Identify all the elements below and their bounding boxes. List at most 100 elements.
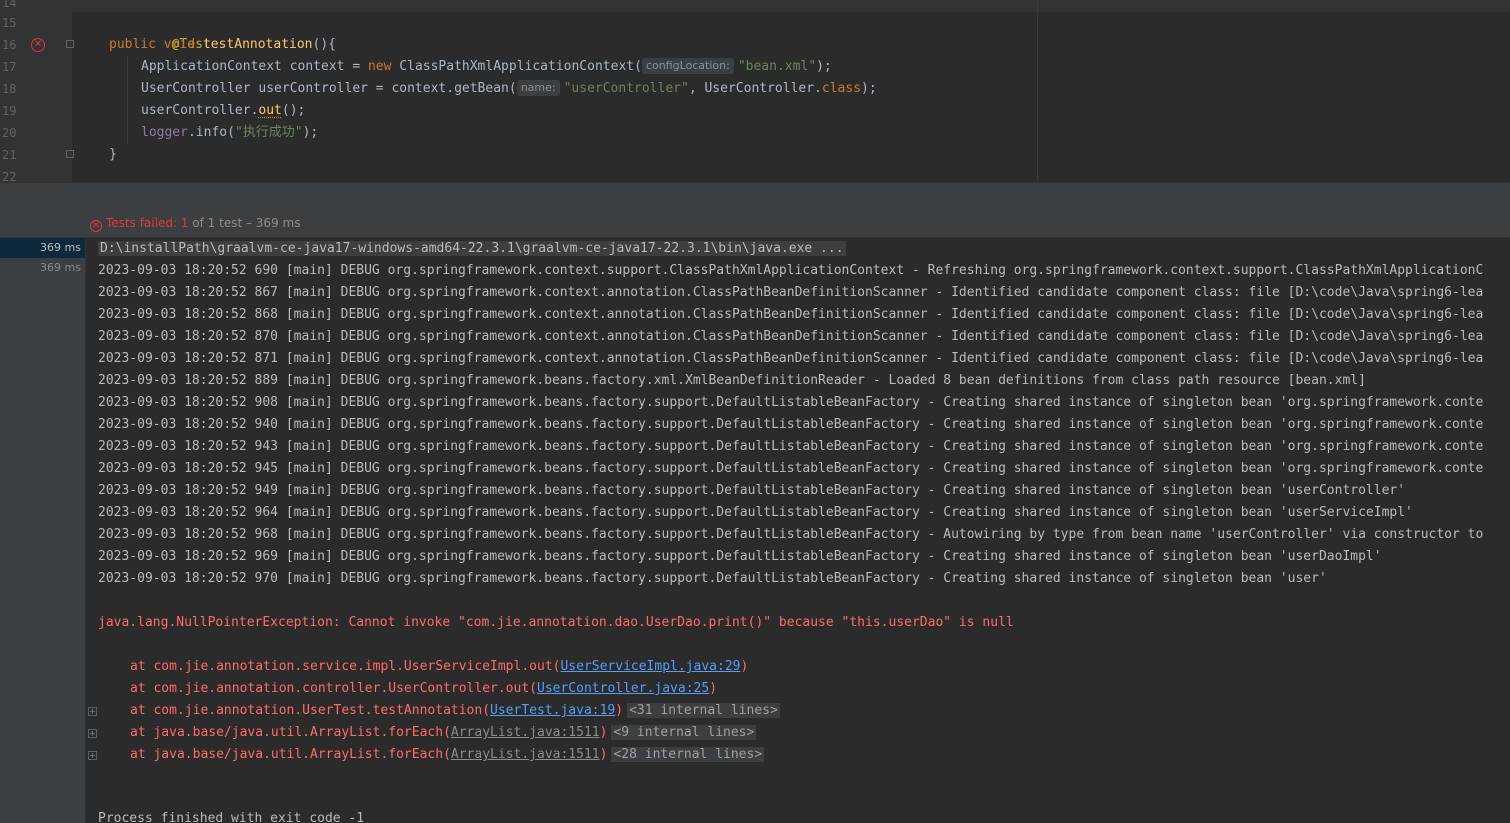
stack-frame-close: ) bbox=[599, 747, 608, 762]
stack-frame-text: at java.base/java.util.ArrayList.forEach… bbox=[130, 747, 451, 762]
run-status-bar: ✕ Tests failed: 1 of 1 test – 369 ms bbox=[0, 208, 1510, 238]
stack-frame-text: at com.jie.annotation.UserTest.testAnnot… bbox=[130, 703, 491, 718]
code-token: userController. bbox=[141, 103, 259, 118]
console-output[interactable]: D:\installPath\graalvm-ce-java17-windows… bbox=[86, 238, 1510, 823]
gutter-line: 15 bbox=[0, 12, 72, 34]
source-link[interactable]: UserServiceImpl.java:29 bbox=[560, 659, 740, 674]
log-line: 2023-09-03 18:20:52 870 [main] DEBUG org… bbox=[98, 329, 1484, 344]
log-line: 2023-09-03 18:20:52 970 [main] DEBUG org… bbox=[98, 571, 1327, 586]
code-area[interactable]: @Test public void testAnnotation(){ Appl… bbox=[72, 0, 1510, 182]
method-call-token[interactable]: out bbox=[258, 103, 281, 118]
stack-frame-close: ) bbox=[599, 725, 608, 740]
expand-internal-icon[interactable]: + bbox=[88, 729, 97, 738]
java-command[interactable]: D:\installPath\graalvm-ce-java17-windows… bbox=[98, 241, 846, 256]
process-finished-line: Process finished with exit code -1 bbox=[98, 811, 365, 823]
expand-internal-icon[interactable]: + bbox=[88, 707, 97, 716]
log-line: 2023-09-03 18:20:52 968 [main] DEBUG org… bbox=[98, 527, 1484, 542]
log-line: 2023-09-03 18:20:52 908 [main] DEBUG org… bbox=[98, 395, 1484, 410]
stack-frame: at com.jie.annotation.controller.UserCon… bbox=[130, 678, 717, 700]
source-link[interactable]: ArrayList.java:1511 bbox=[451, 725, 600, 740]
code-line-20[interactable]: logger.info("执行成功"); bbox=[141, 122, 318, 144]
ide-window: 14 15 16 ✕ 17 18 19 20 21 22 @Test publi… bbox=[0, 0, 1510, 823]
code-token: ); bbox=[816, 59, 832, 74]
line-number: 16 bbox=[2, 38, 17, 52]
failed-icon: ✕ bbox=[90, 220, 102, 232]
tests-failed-count: 1 bbox=[180, 216, 189, 230]
code-token: , UserController. bbox=[688, 81, 822, 96]
gutter-line: 20 bbox=[0, 122, 72, 144]
code-token: ); bbox=[302, 125, 319, 140]
source-link[interactable]: ArrayList.java:1511 bbox=[451, 747, 600, 762]
test-tree-row[interactable]: 369 ms bbox=[0, 238, 85, 258]
code-line-17[interactable]: ApplicationContext context = new ClassPa… bbox=[141, 56, 832, 78]
stack-frame: at java.base/java.util.ArrayList.forEach… bbox=[130, 722, 757, 744]
log-line: 2023-09-03 18:20:52 969 [main] DEBUG org… bbox=[98, 549, 1382, 564]
editor-gutter[interactable]: 14 15 16 ✕ 17 18 19 20 21 22 bbox=[0, 0, 74, 182]
test-tree-row[interactable]: 369 ms bbox=[0, 258, 85, 278]
code-line-15[interactable]: @Test bbox=[109, 12, 211, 52]
string-token: "bean.xml" bbox=[737, 59, 817, 74]
line-number: 18 bbox=[2, 82, 17, 96]
stack-frame: at java.base/java.util.ArrayList.forEach… bbox=[130, 744, 765, 766]
code-token: (); bbox=[281, 103, 306, 118]
panel-divider[interactable] bbox=[0, 182, 1510, 209]
internal-lines-fold[interactable]: <28 internal lines> bbox=[611, 747, 765, 762]
log-line: 2023-09-03 18:20:52 690 [main] DEBUG org… bbox=[98, 263, 1484, 278]
log-line: 2023-09-03 18:20:52 867 [main] DEBUG org… bbox=[98, 285, 1484, 300]
keyword-token: class bbox=[821, 81, 862, 96]
stack-frame-close: ) bbox=[615, 703, 624, 718]
stack-frame-text: at com.jie.annotation.controller.UserCon… bbox=[130, 681, 537, 696]
test-failed-icon[interactable]: ✕ bbox=[31, 38, 45, 52]
gutter-line: 19 bbox=[0, 100, 72, 122]
log-line: 2023-09-03 18:20:52 964 [main] DEBUG org… bbox=[98, 505, 1413, 520]
stack-frame-text: at com.jie.annotation.service.impl.UserS… bbox=[130, 659, 561, 674]
gutter-line: 17 bbox=[0, 56, 72, 78]
stack-frame-close: ) bbox=[740, 659, 749, 674]
internal-lines-fold[interactable]: <31 internal lines> bbox=[627, 703, 780, 718]
tests-status: ✕ Tests failed: 1 of 1 test – 369 ms bbox=[90, 208, 300, 238]
code-line-16[interactable]: public void testAnnotation(){ bbox=[109, 34, 336, 56]
parameter-hint: configLocation: bbox=[641, 58, 734, 74]
code-line-18[interactable]: UserController userController = context.… bbox=[141, 78, 877, 100]
exception-message: java.lang.NullPointerException: Cannot i… bbox=[98, 615, 1014, 630]
log-line: 2023-09-03 18:20:52 949 [main] DEBUG org… bbox=[98, 483, 1406, 498]
right-margin-guide bbox=[1037, 0, 1038, 182]
string-token: "执行成功" bbox=[234, 125, 303, 140]
code-token: (){ bbox=[312, 37, 336, 52]
keyword-token: new bbox=[367, 59, 392, 74]
log-line: 2023-09-03 18:20:52 868 [main] DEBUG org… bbox=[98, 307, 1484, 322]
gutter-line: 22 bbox=[0, 166, 72, 182]
line-number: 19 bbox=[2, 104, 17, 118]
log-line: 2023-09-03 18:20:52 940 [main] DEBUG org… bbox=[98, 417, 1484, 432]
source-link[interactable]: UserController.java:25 bbox=[537, 681, 709, 696]
test-results-tree[interactable]: 369 ms 369 ms bbox=[0, 238, 86, 823]
code-token: .info( bbox=[187, 125, 235, 140]
console-command-line[interactable]: D:\installPath\graalvm-ce-java17-windows… bbox=[98, 238, 846, 260]
source-link[interactable]: UserTest.java:19 bbox=[490, 703, 615, 718]
tests-summary: of 1 test – 369 ms bbox=[192, 216, 301, 230]
code-token: ClassPathXmlApplicationContext( bbox=[391, 59, 642, 74]
tests-failed-label: Tests failed: bbox=[106, 216, 177, 230]
log-line: 2023-09-03 18:20:52 889 [main] DEBUG org… bbox=[98, 373, 1366, 388]
expand-internal-icon[interactable]: + bbox=[88, 751, 97, 760]
code-line-19[interactable]: userController.out(); bbox=[141, 100, 305, 122]
keyword-token: public bbox=[109, 37, 156, 52]
gutter-line: 18 bbox=[0, 78, 72, 100]
code-token: ApplicationContext context = bbox=[141, 59, 368, 74]
parameter-hint: name: bbox=[516, 80, 560, 96]
field-token: logger bbox=[141, 125, 188, 140]
log-line: 2023-09-03 18:20:52 943 [main] DEBUG org… bbox=[98, 439, 1484, 454]
stack-frame-text: at java.base/java.util.ArrayList.forEach… bbox=[130, 725, 451, 740]
stack-frame-close: ) bbox=[709, 681, 718, 696]
line-number: 15 bbox=[2, 16, 17, 30]
stack-frame: at com.jie.annotation.UserTest.testAnnot… bbox=[130, 700, 780, 722]
string-token: "userController" bbox=[563, 81, 689, 96]
line-number: 20 bbox=[2, 126, 17, 140]
internal-lines-fold[interactable]: <9 internal lines> bbox=[611, 725, 757, 740]
method-name-token: testAnnotation bbox=[202, 37, 313, 52]
line-number: 21 bbox=[2, 148, 17, 162]
line-number: 17 bbox=[2, 60, 17, 74]
stack-frame: at com.jie.annotation.service.impl.UserS… bbox=[130, 656, 748, 678]
code-editor[interactable]: 14 15 16 ✕ 17 18 19 20 21 22 @Test publi… bbox=[0, 0, 1510, 182]
code-line-21[interactable]: } bbox=[109, 144, 117, 166]
